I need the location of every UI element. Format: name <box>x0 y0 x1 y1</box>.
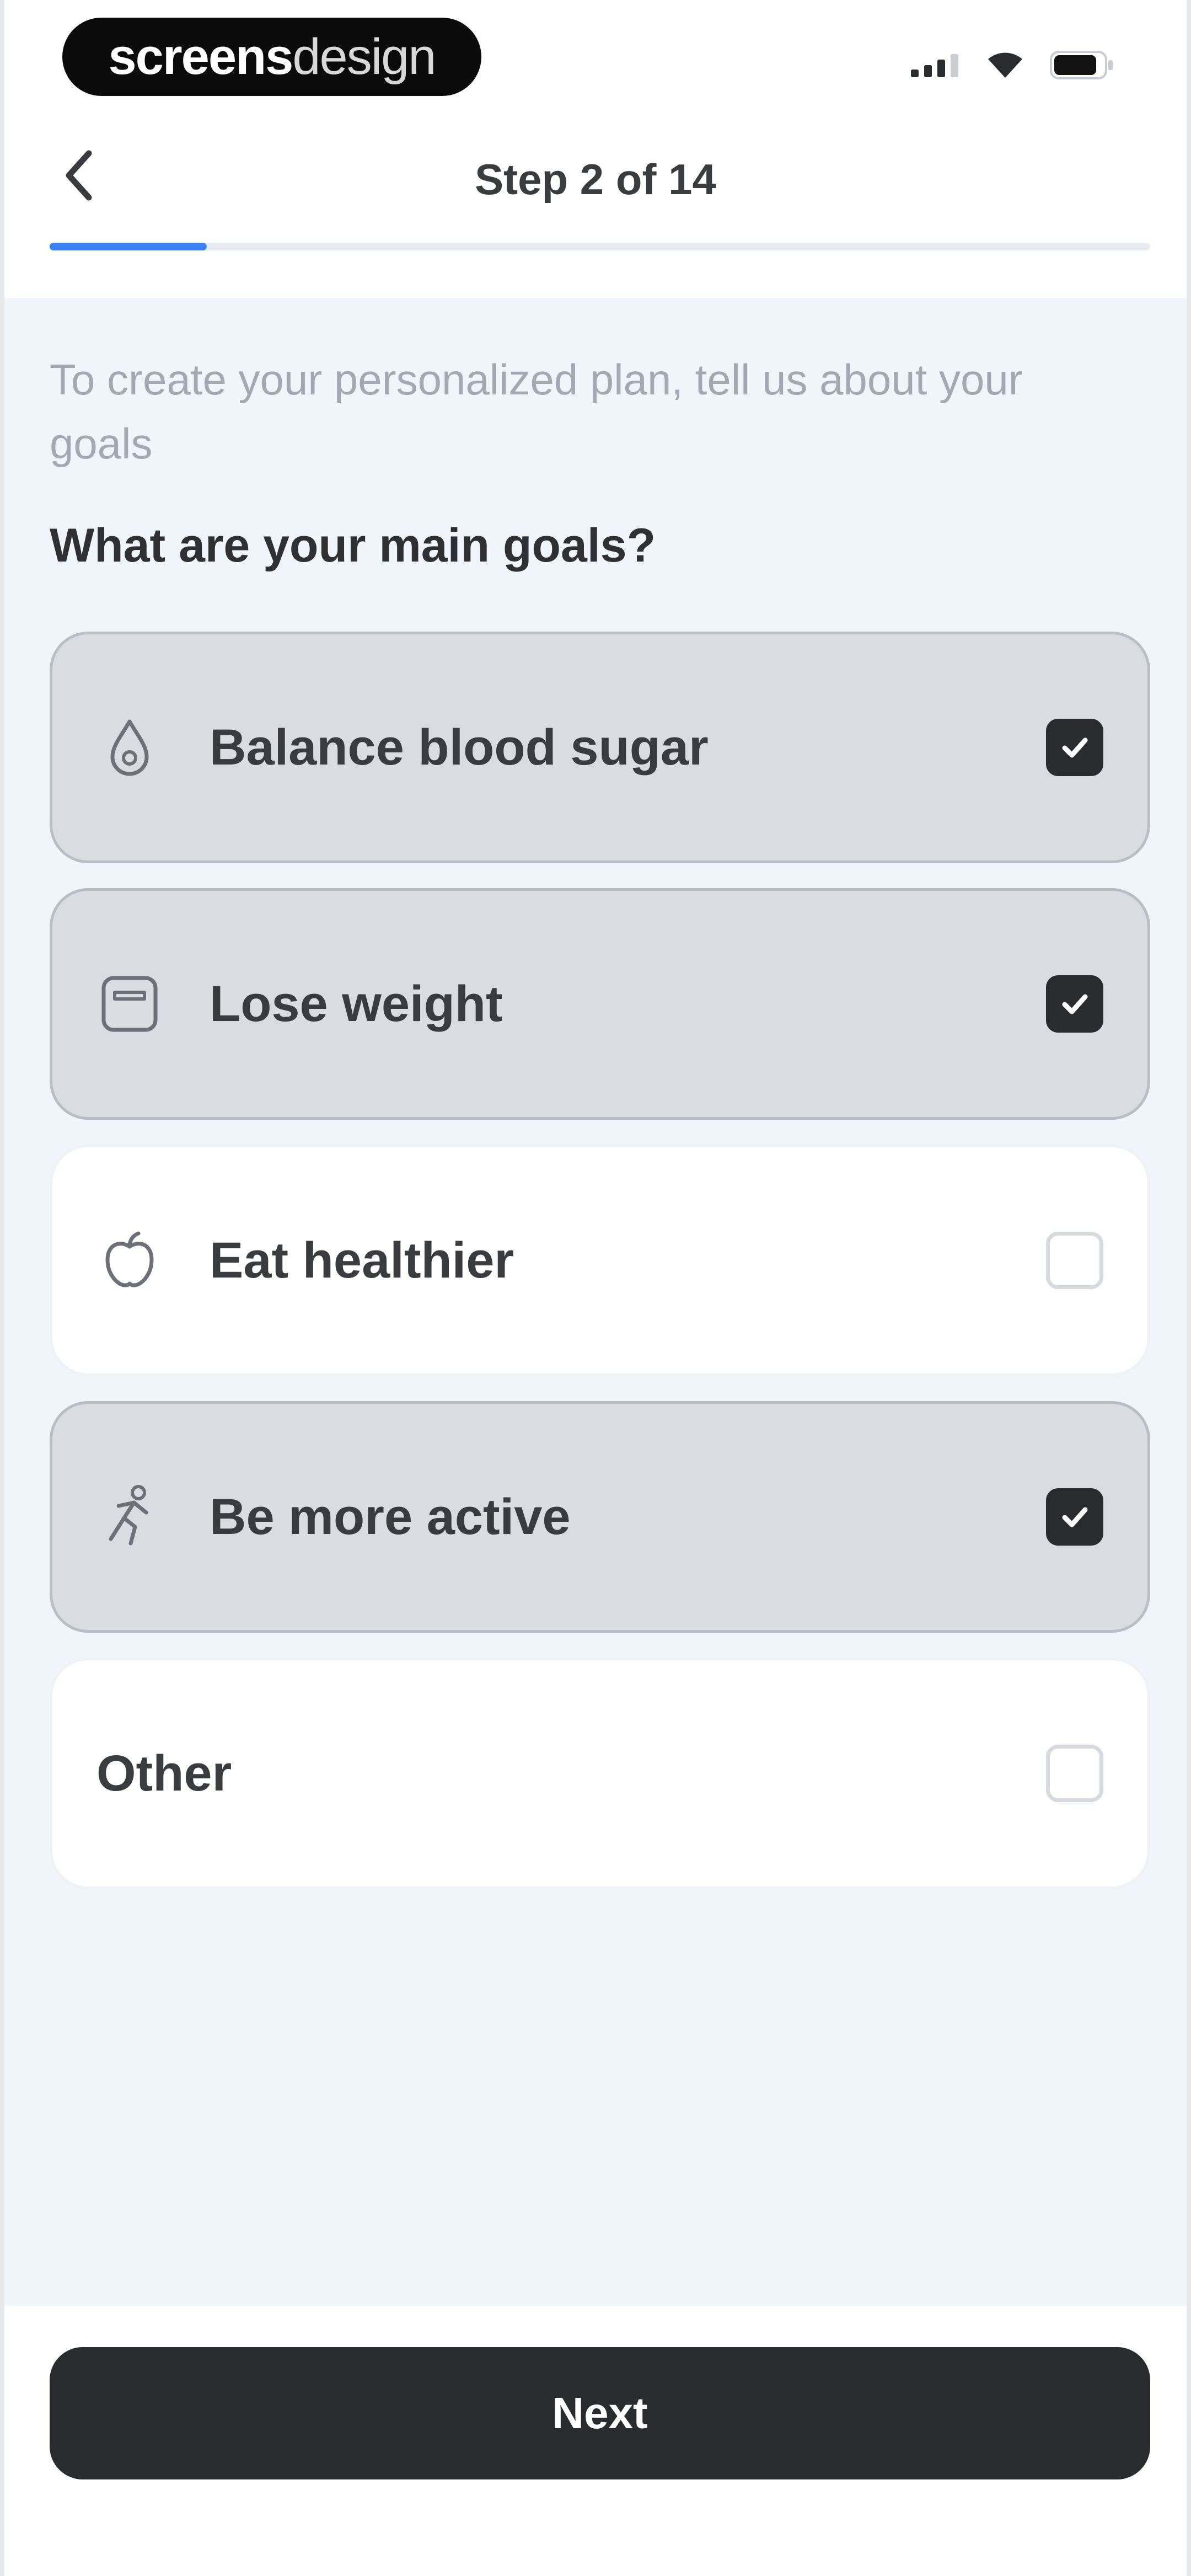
option-checkbox[interactable] <box>1046 719 1103 776</box>
scale-icon <box>96 971 163 1037</box>
question-heading: What are your main goals? <box>50 519 656 572</box>
option-checkbox[interactable] <box>1046 975 1103 1033</box>
wifi-icon <box>986 51 1024 82</box>
option-be-more-active[interactable]: Be more active <box>50 1401 1150 1633</box>
battery-icon <box>1050 51 1115 82</box>
next-button[interactable]: Next <box>50 2347 1150 2479</box>
option-checkbox[interactable] <box>1046 1745 1103 1802</box>
option-label: Eat healthier <box>210 1232 514 1289</box>
main-content: To create your personalized plan, tell u… <box>4 298 1187 2306</box>
checkmark-icon <box>1062 994 1088 1014</box>
option-checkbox[interactable] <box>1046 1232 1103 1289</box>
phone-screen: screens design Step 2 of 14 To create yo… <box>0 0 1191 2576</box>
option-checkbox[interactable] <box>1046 1488 1103 1546</box>
brand-logo-light: design <box>292 28 436 85</box>
option-other[interactable]: Other <box>50 1658 1150 1889</box>
status-icons <box>911 51 1115 82</box>
brand-logo-bold: screens <box>108 28 294 85</box>
checkmark-icon <box>1062 737 1088 758</box>
apple-icon <box>96 1227 163 1294</box>
option-lose-weight[interactable]: Lose weight <box>50 888 1150 1120</box>
option-label: Lose weight <box>210 975 503 1032</box>
step-title: Step 2 of 14 <box>475 155 716 204</box>
option-label: Balance blood sugar <box>210 719 709 776</box>
option-label: Other <box>96 1745 232 1802</box>
signal-icon <box>911 53 961 80</box>
progress-bar <box>50 243 1150 250</box>
option-balance-blood-sugar[interactable]: Balance blood sugar <box>50 632 1150 863</box>
checkmark-icon <box>1062 1507 1088 1527</box>
option-label: Be more active <box>210 1488 571 1545</box>
progress-bar-fill <box>50 243 207 250</box>
option-eat-healthier[interactable]: Eat healthier <box>50 1145 1150 1376</box>
brand-logo: screens design <box>62 18 481 96</box>
status-bar: screens design <box>4 0 1187 110</box>
header: Step 2 of 14 <box>4 121 1187 232</box>
running-person-icon <box>96 1484 163 1550</box>
blood-drop-icon <box>96 714 163 781</box>
intro-text: To create your personalized plan, tell u… <box>50 355 1023 468</box>
